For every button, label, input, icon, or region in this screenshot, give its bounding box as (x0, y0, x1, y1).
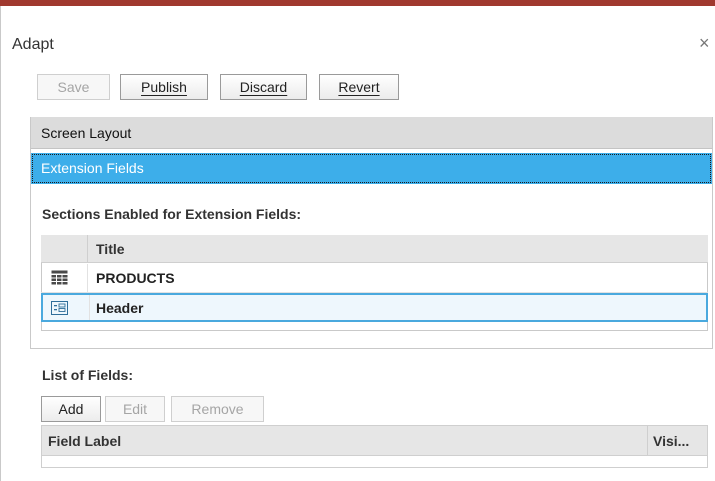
column-header-visible[interactable]: Visi... (653, 433, 689, 449)
section-divider (30, 348, 713, 349)
fields-table-body (41, 456, 708, 468)
table-row-header[interactable]: Header (41, 293, 708, 322)
fields-heading: List of Fields: (42, 367, 133, 383)
edit-field-button[interactable]: Edit (105, 396, 165, 422)
row-title: PRODUCTS (96, 270, 175, 286)
dialog-title: Adapt (12, 36, 54, 53)
fields-table-header: Field Label Visi... (41, 425, 708, 456)
left-border (0, 6, 1, 481)
save-button[interactable]: Save (37, 74, 110, 100)
remove-field-button[interactable]: Remove (171, 396, 264, 422)
sections-table-header: Title (41, 235, 708, 263)
row-title: Header (96, 300, 144, 316)
revert-button[interactable]: Revert (319, 74, 399, 100)
sections-heading: Sections Enabled for Extension Fields: (42, 206, 302, 222)
publish-button-label: Publish (141, 79, 187, 95)
nav-item-extension-fields[interactable]: Extension Fields (31, 153, 712, 184)
column-divider (87, 235, 88, 263)
table-grid-icon (51, 270, 68, 286)
column-divider (89, 295, 90, 320)
close-icon[interactable]: × (699, 34, 710, 52)
add-button-label: Add (58, 401, 84, 417)
nav-item-screen-layout[interactable]: Screen Layout (31, 117, 712, 149)
table-row-products[interactable]: PRODUCTS (41, 264, 708, 293)
edit-button-label: Edit (122, 401, 148, 417)
top-accent-bar (0, 0, 715, 6)
column-divider (647, 426, 648, 455)
revert-button-label: Revert (338, 79, 380, 95)
form-header-icon (51, 300, 68, 316)
column-divider (87, 264, 88, 292)
column-header-title[interactable]: Title (96, 241, 125, 257)
column-header-field-label[interactable]: Field Label (48, 433, 121, 449)
publish-button[interactable]: Publish (120, 74, 208, 100)
discard-button-label: Discard (239, 79, 288, 95)
add-field-button[interactable]: Add (41, 396, 101, 422)
remove-button-label: Remove (191, 401, 244, 417)
save-button-label: Save (57, 79, 90, 95)
discard-button[interactable]: Discard (220, 74, 307, 100)
